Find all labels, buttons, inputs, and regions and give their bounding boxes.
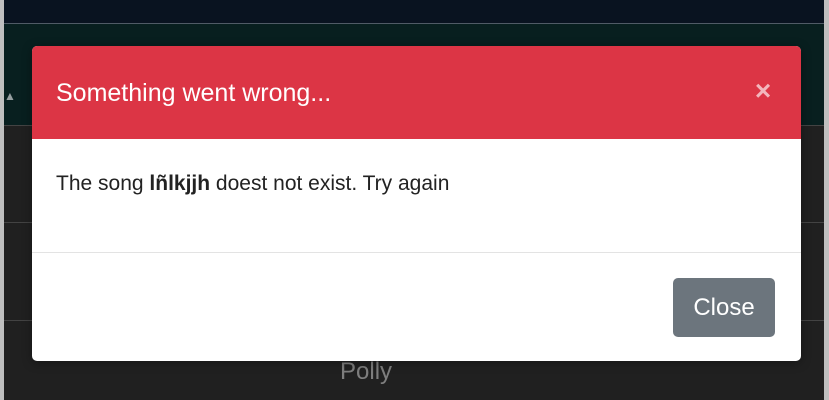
error-message-suffix: doest not exist. Try again — [210, 172, 450, 195]
modal-footer: Close — [32, 253, 801, 361]
close-icon[interactable]: × — [751, 76, 775, 106]
error-modal: Something went wrong... × The song lñlkj… — [32, 46, 801, 361]
modal-title: Something went wrong... — [56, 79, 332, 107]
error-message-prefix: The song — [56, 172, 150, 195]
song-name: lñlkjjh — [149, 172, 211, 195]
error-message: The song lñlkjjh doest not exist. Try ag… — [56, 172, 449, 196]
modal-body: The song lñlkjjh doest not exist. Try ag… — [32, 139, 801, 253]
app-frame: ▲ Polly Something went wrong... × The so… — [0, 0, 829, 400]
modal-header: Something went wrong... × — [32, 46, 801, 139]
close-button[interactable]: Close — [673, 278, 775, 337]
